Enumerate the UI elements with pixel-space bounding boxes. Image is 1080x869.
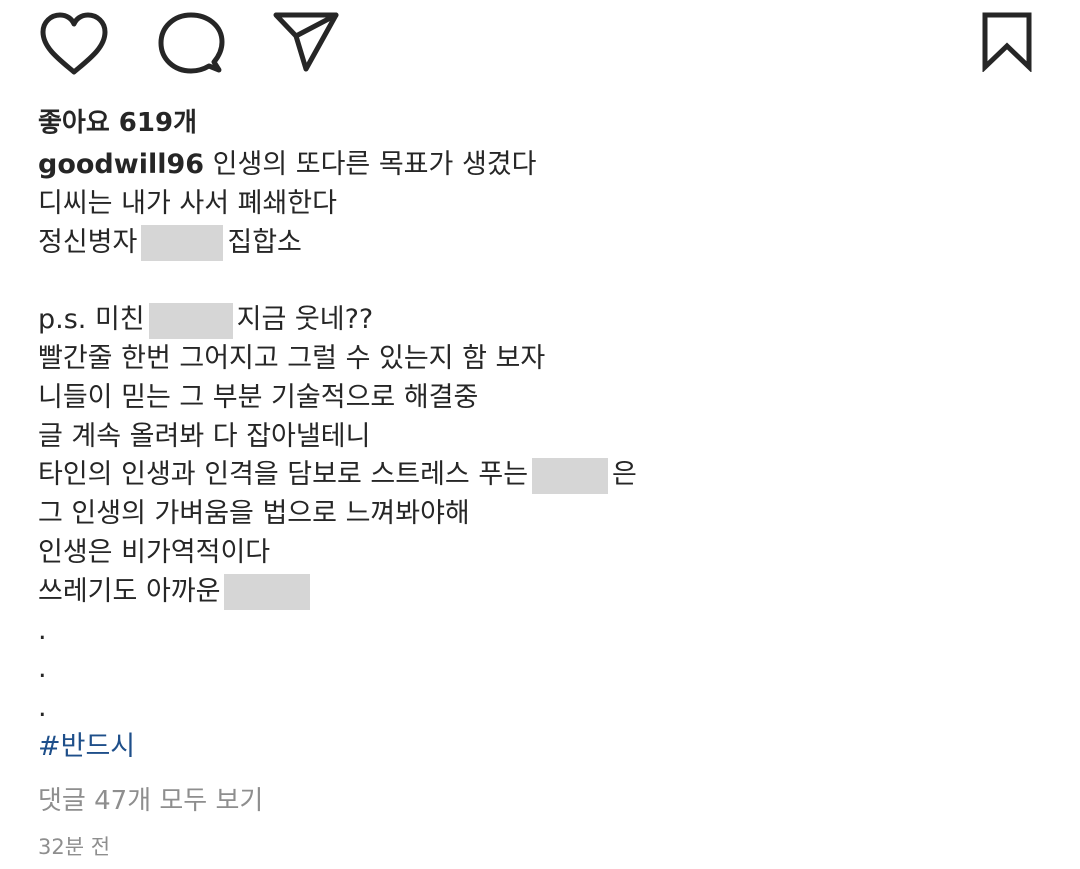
caption-text: 정신병자 [38,226,138,258]
bookmark-icon[interactable] [978,10,1036,72]
caption-line: 쓰레기도 아까운 [38,573,1038,612]
caption-line: 디씨는 내가 사서 폐쇄한다 [38,185,1038,224]
caption-text: 인생은 비가역적이다 [38,536,271,568]
caption-text: 빨간줄 한번 그어지고 그럴 수 있는지 함 보자 [38,342,546,374]
post-timestamp: 32분 전 [38,835,111,859]
caption-line: 인생은 비가역적이다 [38,534,1038,573]
caption-text: 은 [612,459,637,491]
caption-text: 집합소 [227,226,302,258]
redacted-text [148,302,233,339]
caption-line: 글 계속 올려봐 다 잡아낼테니 [38,418,1038,457]
caption-line: #반드시 [38,728,1038,767]
caption-text: 글 계속 올려봐 다 잡아낼테니 [38,420,371,452]
hashtag-link[interactable]: #반드시 [38,731,135,762]
caption-line: 정신병자 집합소 [38,224,1038,263]
redacted-text [532,457,609,494]
caption-text: 쓰레기도 아까운 [38,575,221,607]
heart-icon[interactable] [38,10,110,78]
comment-bubble-icon[interactable] [156,10,226,78]
redacted-text [224,574,311,611]
caption-text: p.s. 미친 [38,304,145,336]
caption-line: . [38,650,1038,689]
caption-line: 빨간줄 한번 그어지고 그럴 수 있는지 함 보자 [38,340,1038,379]
caption-text: 니들이 믿는 그 부분 기술적으로 해결중 [38,381,479,413]
caption-line: 그 인생의 가벼움을 법으로 느껴봐야해 [38,495,1038,534]
redacted-text [141,225,224,262]
likes-count[interactable]: 좋아요 619개 [38,105,197,141]
caption-line: 니들이 믿는 그 부분 기술적으로 해결중 [38,379,1038,418]
caption-text: . [38,653,47,685]
caption-line: . [38,612,1038,651]
view-all-comments-link[interactable]: 댓글 47개 모두 보기 [38,782,263,820]
caption-line: . [38,689,1038,728]
caption-text: . [38,614,47,646]
caption-text: 지금 웃네?? [236,304,374,336]
paper-plane-icon[interactable] [272,10,340,74]
post-caption: goodwill96 인생의 또다른 목표가 생겼다 디씨는 내가 사서 폐쇄한… [38,146,1038,767]
caption-text: 그 인생의 가벼움을 법으로 느껴봐야해 [38,498,470,530]
caption-line: goodwill96 인생의 또다른 목표가 생겼다 [38,146,1038,185]
caption-username[interactable]: goodwill96 [38,149,204,180]
caption-text: . [38,692,47,724]
caption-text: 타인의 인생과 인격을 담보로 스트레스 푸는 [38,459,529,491]
caption-line: 타인의 인생과 인격을 담보로 스트레스 푸는 은 [38,456,1038,495]
caption-text: 디씨는 내가 사서 폐쇄한다 [38,187,337,219]
caption-line: p.s. 미친 지금 웃네?? [38,301,1038,340]
caption-text: 인생의 또다른 목표가 생겼다 [212,149,537,180]
